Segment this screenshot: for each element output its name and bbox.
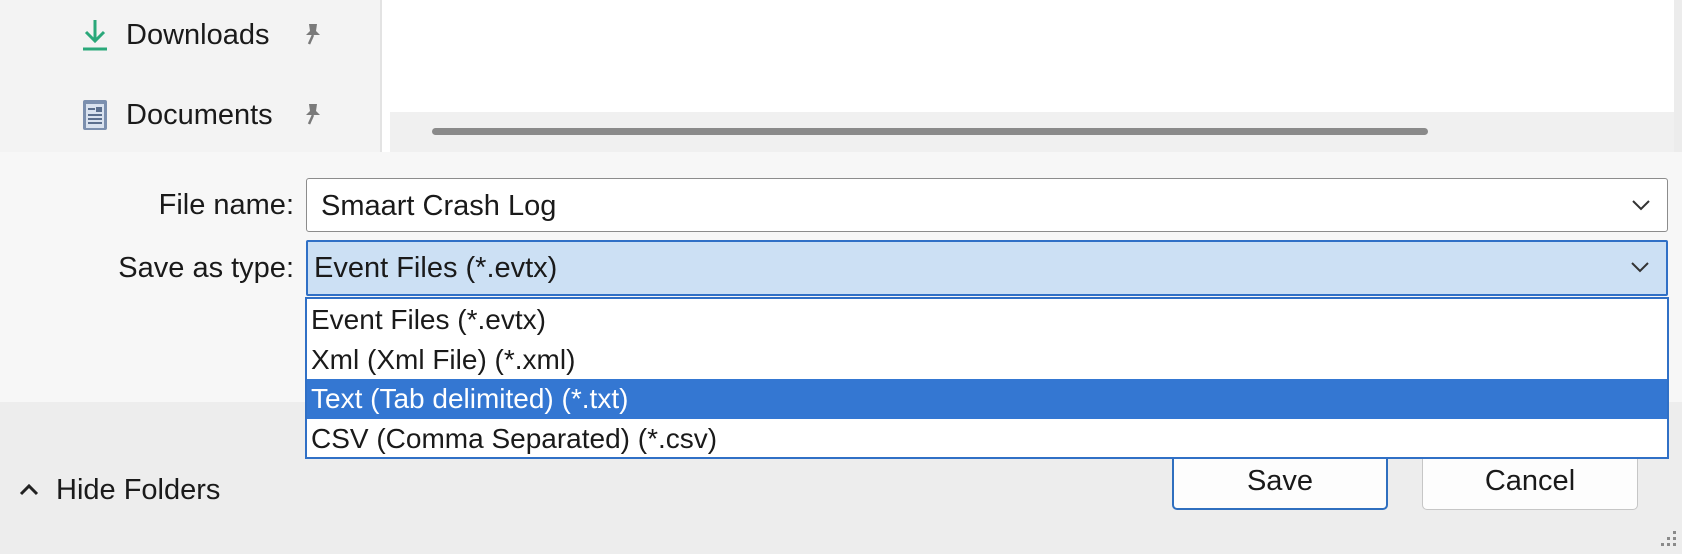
dropdown-option-highlighted[interactable]: Text (Tab delimited) (*.txt)	[307, 379, 1667, 419]
chevron-down-icon[interactable]	[1629, 193, 1653, 217]
save-button[interactable]: Save	[1172, 452, 1388, 510]
chevron-down-icon[interactable]	[1628, 255, 1652, 279]
resize-grip-icon[interactable]	[1656, 526, 1678, 548]
document-icon	[78, 98, 112, 132]
filename-field[interactable]	[306, 178, 1668, 233]
save-as-dialog: Downloads Documents File name: Smaart Cr…	[0, 0, 1682, 554]
nav-item-documents[interactable]: Documents	[78, 85, 340, 145]
dropdown-option[interactable]: Event Files (*.evtx)	[307, 300, 1667, 340]
hide-folders-label: Hide Folders	[56, 473, 221, 506]
savetype-value: Event Files (*.evtx)	[314, 252, 558, 284]
nav-item-downloads[interactable]: Downloads	[78, 5, 340, 65]
cancel-button[interactable]: Cancel	[1422, 452, 1638, 510]
hide-folders-button[interactable]: Hide Folders	[16, 468, 220, 512]
chevron-up-icon	[16, 477, 42, 503]
horizontal-scrollbar[interactable]	[390, 112, 1682, 152]
savetype-label: Save as type:	[118, 252, 294, 284]
nav-scrollbar[interactable]	[340, 0, 380, 152]
dropdown-option[interactable]: CSV (Comma Separated) (*.csv)	[307, 419, 1667, 459]
download-icon	[78, 18, 112, 52]
filename-label: File name:	[158, 189, 294, 221]
navigation-pane: Downloads Documents	[0, 0, 340, 152]
pin-icon[interactable]	[300, 101, 326, 127]
nav-item-label: Downloads	[126, 18, 270, 51]
dropdown-option[interactable]: Xml (Xml File) (*.xml)	[307, 340, 1667, 380]
filename-input[interactable]	[319, 179, 1613, 233]
scrollbar-thumb[interactable]	[432, 128, 1428, 135]
savetype-select[interactable]: Event Files (*.evtx)	[306, 240, 1668, 296]
pin-icon[interactable]	[300, 21, 326, 47]
vertical-scrollbar[interactable]	[1674, 0, 1682, 152]
savetype-dropdown-list: Event Files (*.evtx) Xml (Xml File) (*.x…	[305, 297, 1669, 459]
nav-item-label: Documents	[126, 98, 273, 131]
